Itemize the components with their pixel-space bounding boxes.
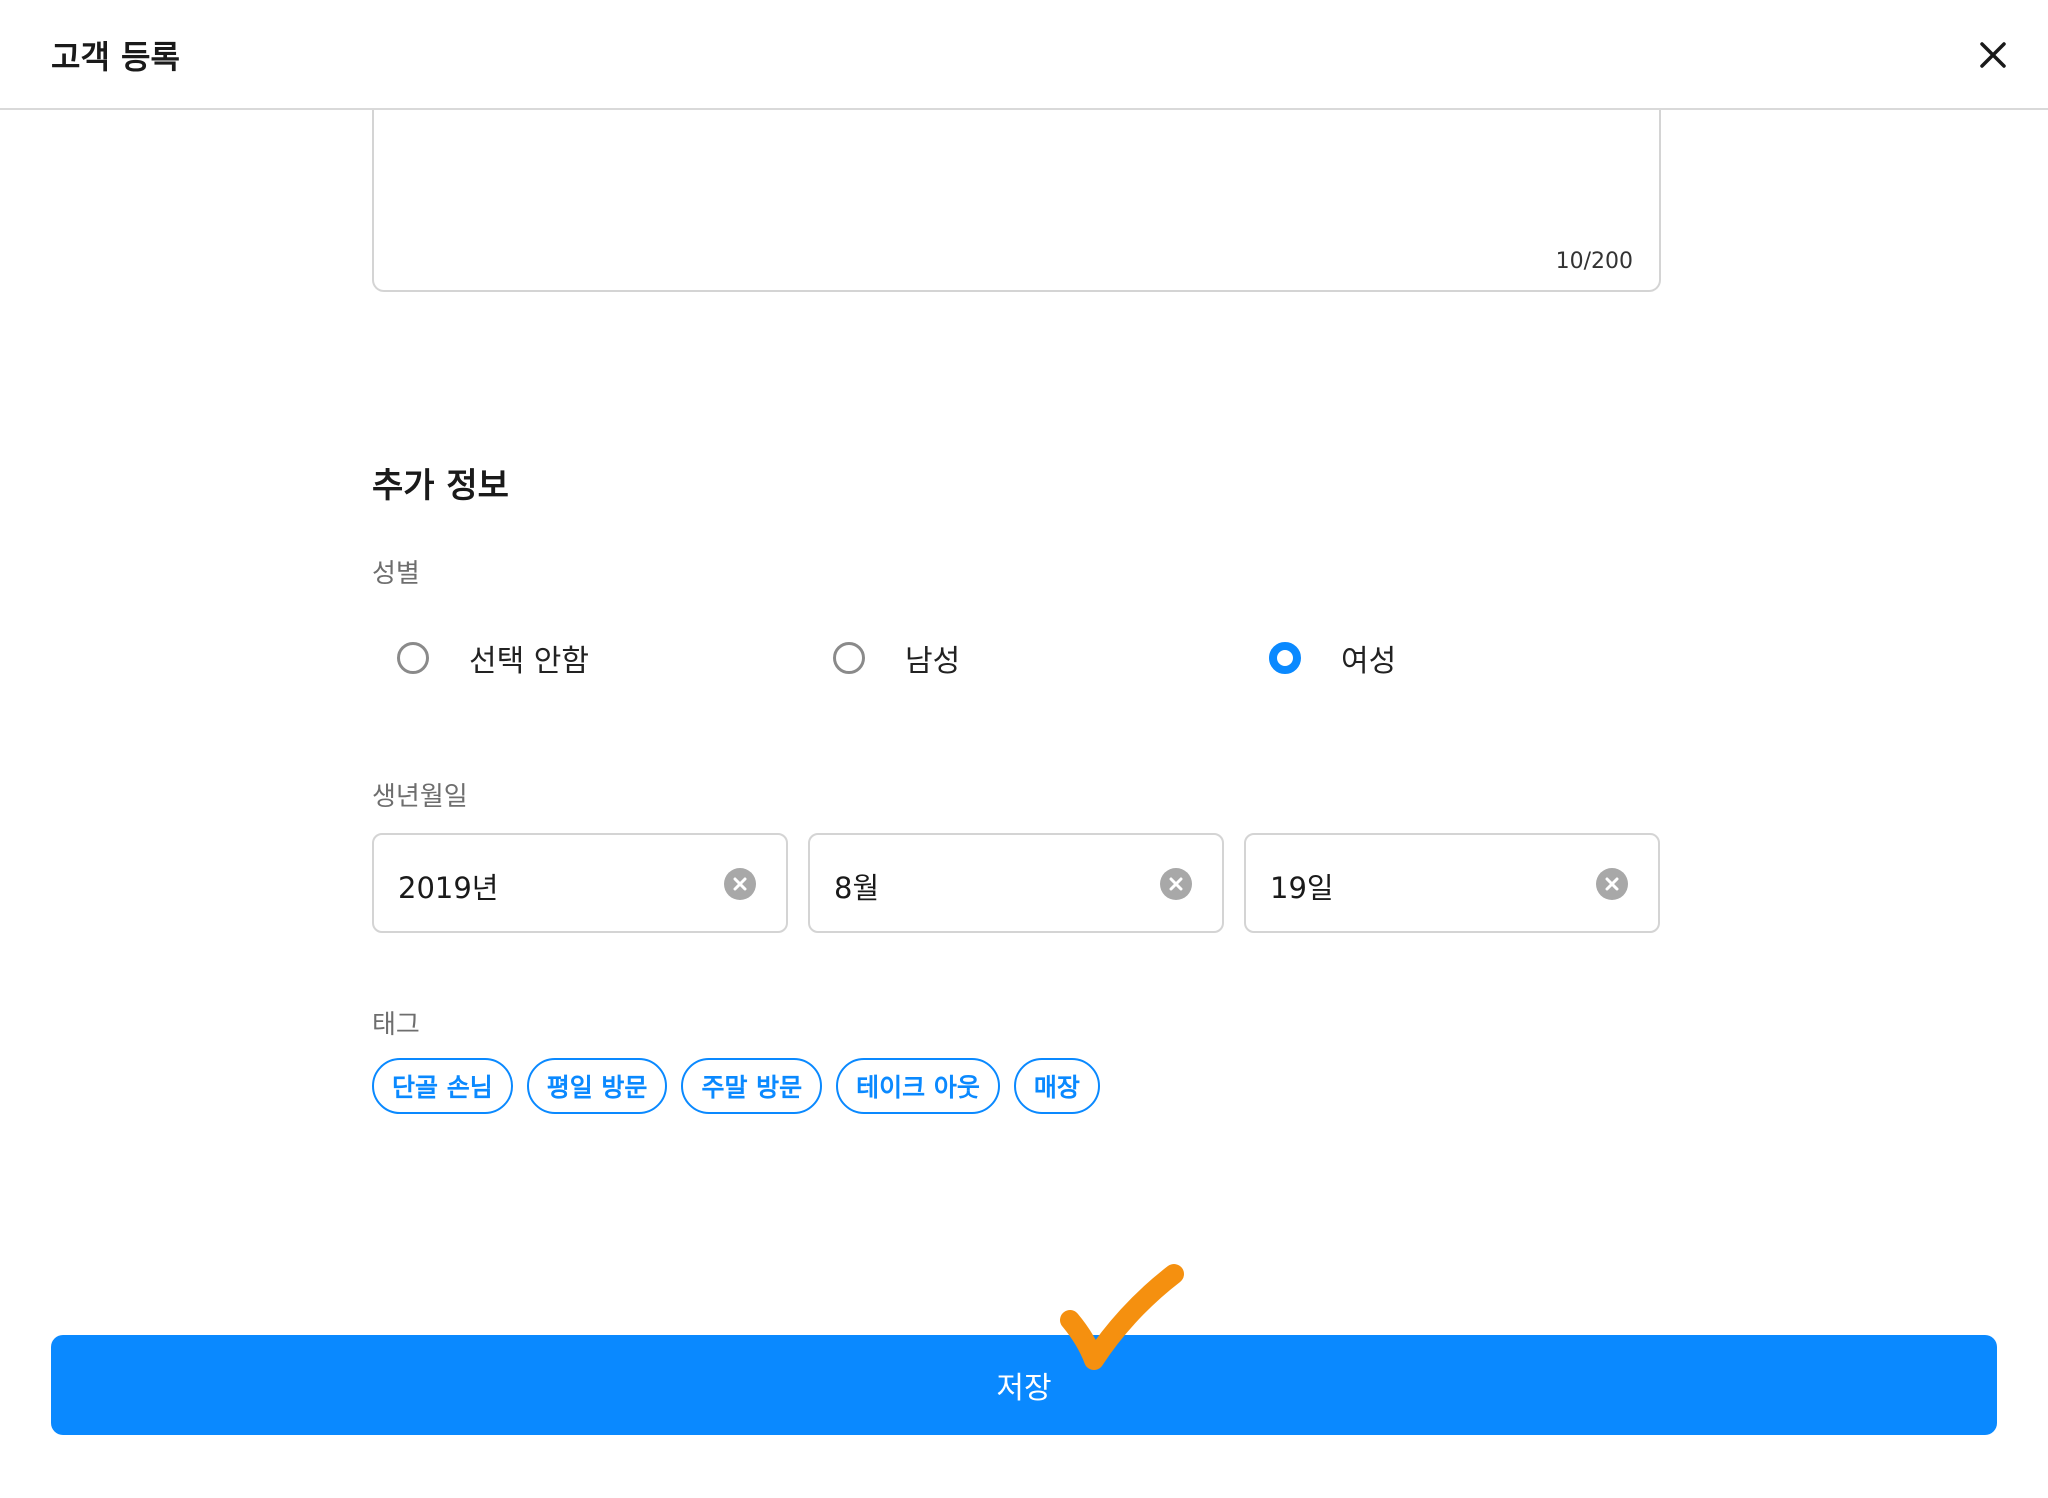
tag-chip[interactable]: 매장 (1013, 1058, 1100, 1114)
memo-textarea[interactable]: 10/200 (372, 110, 1661, 292)
gender-option-male[interactable]: 남성 (833, 630, 960, 686)
gender-option-label: 여성 (1341, 644, 1397, 679)
birthdate-label: 생년월일 (372, 782, 468, 812)
tag-chip[interactable]: 테이크 아웃 (836, 1058, 1000, 1114)
birth-month-value: 8월 (834, 871, 880, 905)
birth-month-field[interactable]: 8월 (808, 833, 1224, 933)
gender-option-female[interactable]: 여성 (1269, 630, 1396, 686)
gender-option-none[interactable]: 선택 안함 (397, 630, 589, 686)
gender-option-label: 선택 안함 (469, 644, 589, 679)
tag-list: 단골 손님 평일 방문 주말 방문 테이크 아웃 매장 (372, 1058, 1114, 1114)
tag-chip[interactable]: 주말 방문 (681, 1058, 823, 1114)
memo-char-count: 10/200 (1555, 249, 1633, 274)
birth-year-value: 2019년 (398, 871, 499, 905)
section-title-additional-info: 추가 정보 (372, 466, 509, 506)
radio-unchecked-icon[interactable] (833, 642, 865, 674)
clear-icon[interactable] (724, 868, 756, 900)
clear-icon[interactable] (1160, 868, 1192, 900)
tag-chip[interactable]: 평일 방문 (526, 1058, 668, 1114)
clear-icon[interactable] (1596, 868, 1628, 900)
radio-unchecked-icon[interactable] (397, 642, 429, 674)
save-button[interactable]: 저장 (51, 1335, 1997, 1435)
birth-day-value: 19일 (1270, 871, 1334, 905)
save-button-label: 저장 (996, 1371, 1052, 1406)
tag-chip[interactable]: 단골 손님 (372, 1058, 513, 1114)
page-title: 고객 등록 (51, 38, 180, 76)
birth-day-field[interactable]: 19일 (1244, 833, 1660, 933)
close-icon[interactable] (1972, 34, 2014, 76)
gender-label: 성별 (372, 559, 420, 589)
gender-option-label: 남성 (905, 644, 961, 679)
tags-label: 태그 (372, 1010, 420, 1040)
radio-checked-icon[interactable] (1269, 642, 1301, 674)
modal-header: 고객 등록 (0, 0, 2048, 110)
birth-year-field[interactable]: 2019년 (372, 833, 788, 933)
